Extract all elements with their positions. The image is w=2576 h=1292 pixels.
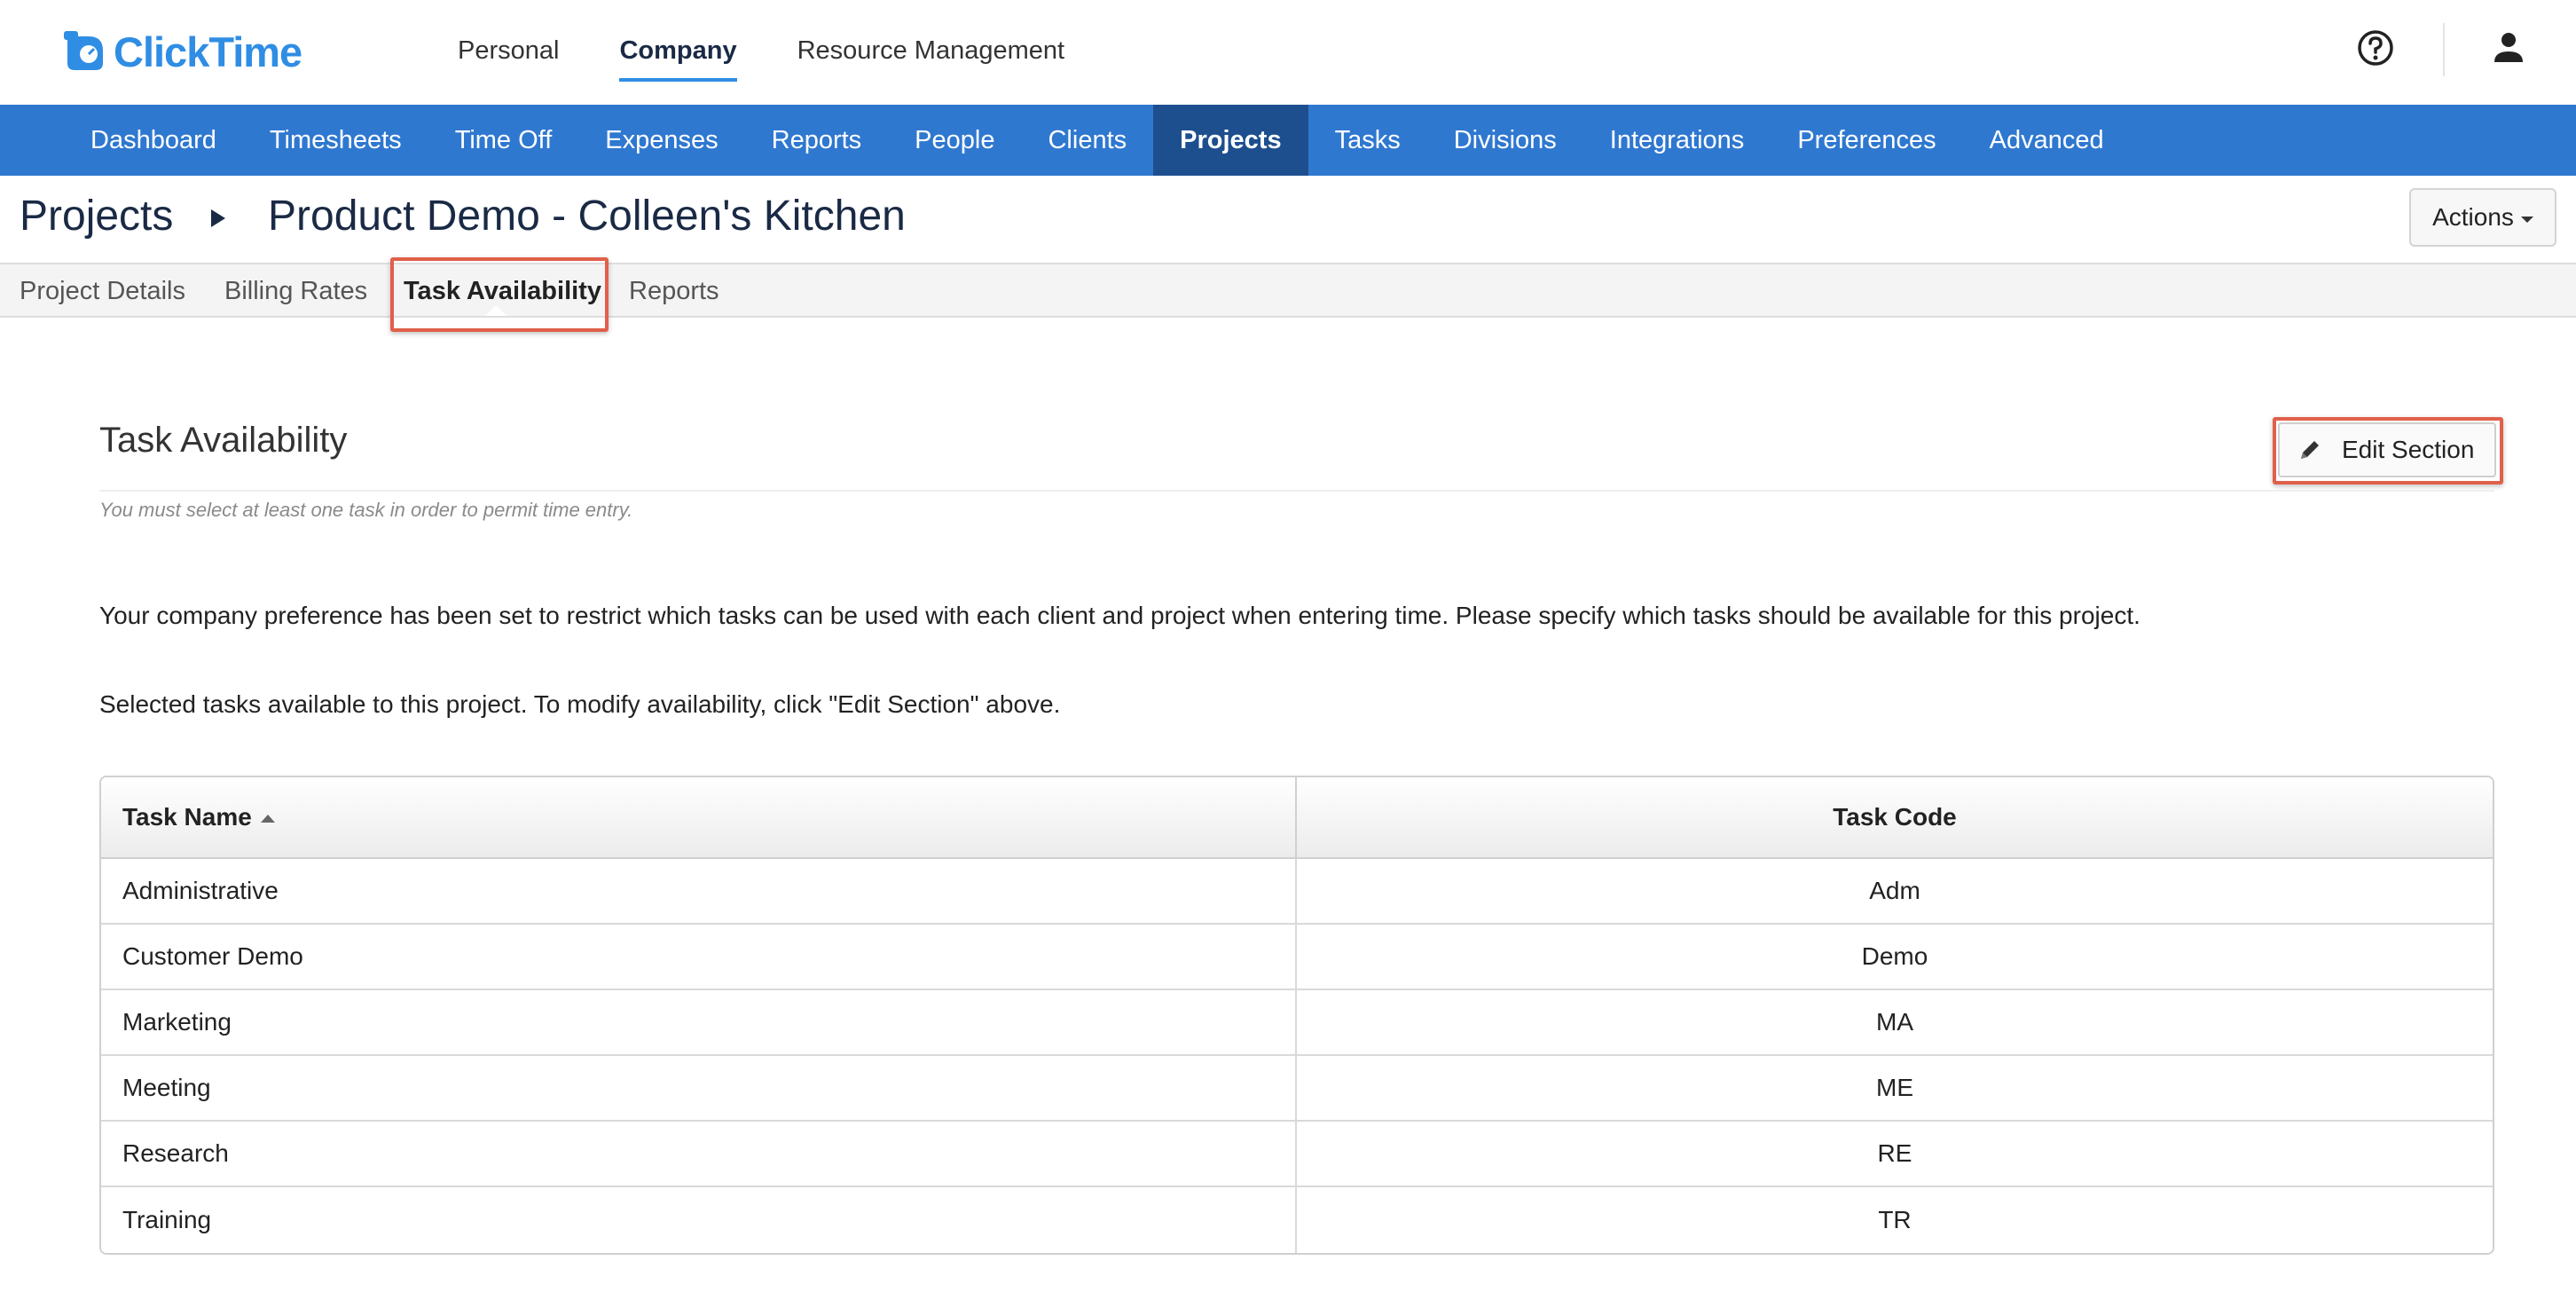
nav-tasks[interactable]: Tasks — [1308, 105, 1427, 176]
nav-time-off[interactable]: Time Off — [428, 105, 579, 176]
top-header: ClickTime Personal Company Resource Mana… — [0, 0, 2576, 105]
column-task-name-label: Task Name — [122, 803, 252, 831]
task-name-cell: Administrative — [101, 859, 1297, 923]
top-nav: Personal Company Resource Management — [458, 27, 1125, 82]
task-code-cell: TR — [1878, 1206, 1912, 1233]
brand-name: ClickTime — [114, 28, 302, 75]
section-hint: You must select at least one task in ord… — [99, 499, 633, 521]
task-table: Task Name Task Code Administrative Adm C… — [99, 776, 2494, 1255]
top-nav-resource-management[interactable]: Resource Management — [797, 27, 1064, 82]
preference-description: Your company preference has been set to … — [99, 602, 2140, 629]
task-name-cell: Marketing — [101, 990, 1297, 1054]
breadcrumb-projects[interactable]: Projects — [20, 192, 173, 240]
table-header: Task Name Task Code — [101, 777, 2493, 859]
column-task-code-label: Task Code — [1833, 803, 1957, 831]
clicktime-logo[interactable]: ClickTime — [62, 25, 302, 78]
tab-reports[interactable]: Reports — [629, 273, 719, 309]
nav-clients[interactable]: Clients — [1021, 105, 1153, 176]
project-sub-tabs: Project Details Billing Rates Task Avail… — [0, 263, 2576, 318]
column-header-task-code[interactable]: Task Code — [1297, 777, 2493, 857]
nav-advanced[interactable]: Advanced — [1963, 105, 2131, 176]
user-icon[interactable] — [2489, 28, 2528, 67]
top-nav-company[interactable]: Company — [619, 27, 737, 82]
nav-projects[interactable]: Projects — [1153, 105, 1308, 176]
sort-ascending-icon — [260, 814, 275, 823]
task-code-cell: RE — [1877, 1139, 1912, 1167]
task-code-cell: Demo — [1861, 942, 1928, 970]
nav-integrations[interactable]: Integrations — [1583, 105, 1771, 176]
actions-dropdown-button[interactable]: Actions — [2409, 188, 2556, 247]
task-name-cell: Customer Demo — [101, 925, 1297, 989]
task-code-cell: Adm — [1869, 877, 1920, 904]
caret-down-icon — [2520, 216, 2533, 223]
table-row: Meeting ME — [101, 1056, 2493, 1122]
nav-timesheets[interactable]: Timesheets — [243, 105, 428, 176]
nav-reports[interactable]: Reports — [745, 105, 889, 176]
table-row: Research RE — [101, 1122, 2493, 1187]
tab-billing-rates[interactable]: Billing Rates — [224, 273, 367, 309]
stopwatch-logo-icon — [64, 31, 103, 70]
column-header-task-name[interactable]: Task Name — [101, 777, 1297, 857]
task-availability-tab-highlight — [390, 257, 609, 332]
help-circle-icon[interactable] — [2356, 28, 2395, 67]
task-name-cell: Research — [101, 1122, 1297, 1186]
table-row: Customer Demo Demo — [101, 925, 2493, 990]
edit-section-highlight — [2273, 417, 2503, 484]
task-code-cell: MA — [1876, 1008, 1913, 1036]
availability-instruction: Selected tasks available to this project… — [99, 690, 1061, 718]
section-divider — [99, 490, 2494, 492]
table-row: Administrative Adm — [101, 859, 2493, 925]
top-nav-personal[interactable]: Personal — [458, 27, 559, 82]
nav-dashboard[interactable]: Dashboard — [64, 105, 243, 176]
nav-divisions[interactable]: Divisions — [1427, 105, 1583, 176]
nav-people[interactable]: People — [888, 105, 1021, 176]
page-title: Product Demo - Colleen's Kitchen — [268, 193, 906, 240]
breadcrumb-arrow-icon — [211, 209, 225, 227]
header-divider — [2443, 23, 2445, 76]
table-row: Training TR — [101, 1187, 2493, 1253]
task-code-cell: ME — [1876, 1074, 1913, 1101]
nav-preferences[interactable]: Preferences — [1771, 105, 1962, 176]
actions-label: Actions — [2432, 203, 2514, 231]
main-nav: Dashboard Timesheets Time Off Expenses R… — [0, 105, 2576, 176]
table-row: Marketing MA — [101, 990, 2493, 1056]
task-name-cell: Meeting — [101, 1056, 1297, 1120]
nav-expenses[interactable]: Expenses — [578, 105, 744, 176]
tab-project-details[interactable]: Project Details — [20, 273, 185, 309]
section-title: Task Availability — [99, 421, 348, 460]
task-name-cell: Training — [101, 1187, 1297, 1253]
page-header: Projects Product Demo - Colleen's Kitche… — [0, 176, 2576, 264]
